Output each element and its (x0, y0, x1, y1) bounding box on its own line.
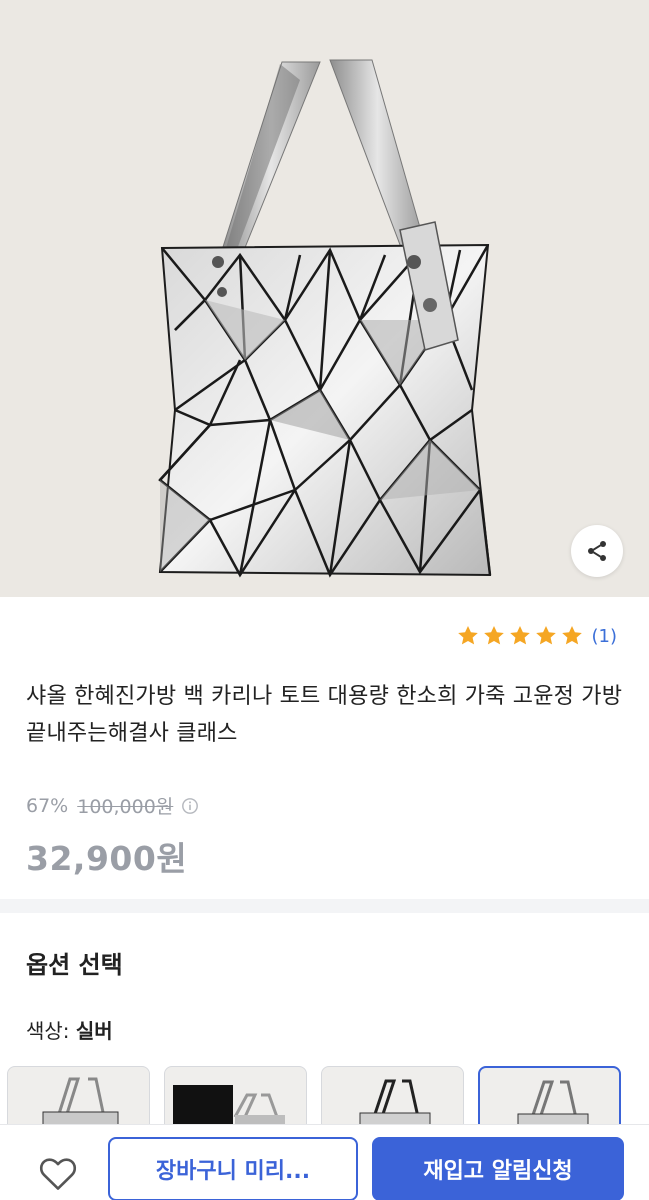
info-icon[interactable] (181, 797, 199, 815)
restock-alert-button[interactable]: 재입고 알림신청 (372, 1137, 624, 1200)
cart-preview-button[interactable]: 장바구니 미리... (108, 1137, 358, 1200)
star-icon (457, 626, 478, 645)
wishlist-button[interactable] (36, 1153, 80, 1193)
product-title: 샤올 한혜진가방 백 카리나 토트 대용량 한소희 가죽 고윤정 가방 끝내주는… (26, 684, 623, 746)
option-section-title: 옵션 선택 (26, 951, 123, 979)
discount-rate: 67% (26, 794, 69, 817)
star-icon (561, 626, 582, 645)
original-price: 100,000원 (77, 796, 174, 818)
review-count[interactable]: (1) (592, 626, 618, 647)
share-icon (588, 541, 606, 561)
heart-icon (39, 1158, 77, 1190)
bottom-action-bar: 장바구니 미리... 재입고 알림신청 (0, 1124, 649, 1200)
section-divider (0, 899, 649, 913)
final-price: 32,900원 (26, 839, 188, 878)
price-row: 67% 100,000원 (26, 792, 199, 819)
rating[interactable]: (1) (456, 624, 618, 648)
share-button[interactable] (571, 525, 623, 577)
color-option-label: 색상: 실버 (26, 1015, 113, 1044)
color-label: 색상: (26, 1019, 76, 1043)
star-icon (509, 626, 530, 645)
star-icon (535, 626, 556, 645)
product-image[interactable] (0, 0, 649, 597)
product-bag-illustration (158, 59, 492, 578)
color-value: 실버 (75, 1019, 113, 1043)
star-icon (483, 626, 504, 645)
